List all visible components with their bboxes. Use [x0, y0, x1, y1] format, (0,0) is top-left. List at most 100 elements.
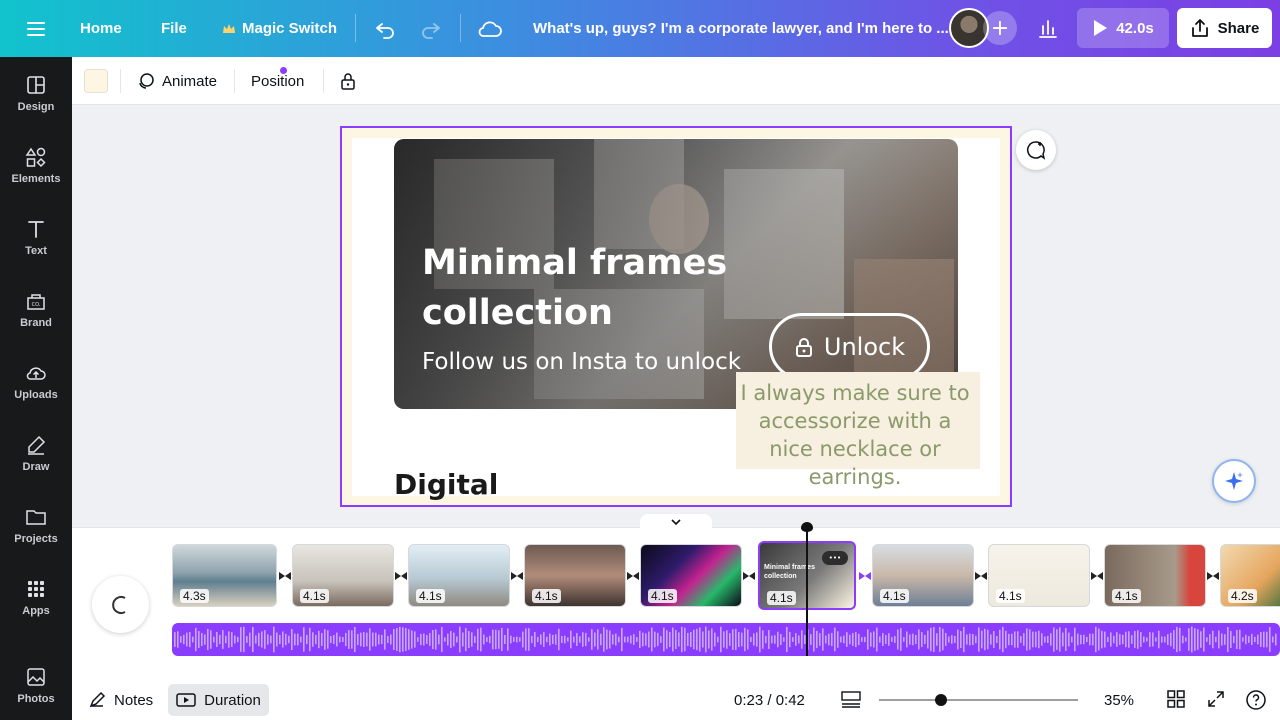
waveform-bar — [1125, 631, 1127, 648]
magic-switch-button[interactable]: Magic Switch — [222, 0, 337, 57]
waveform-bar — [519, 637, 521, 642]
sidebar-item-apps[interactable]: Apps — [0, 567, 72, 627]
magic-assistant-button[interactable] — [1212, 459, 1256, 503]
sidebar-item-elements[interactable]: Elements — [0, 135, 72, 195]
transition-icon[interactable] — [625, 569, 641, 583]
timeline-clip[interactable]: 4.3s — [172, 544, 277, 607]
grid-view-button[interactable] — [1166, 689, 1186, 713]
insights-button[interactable] — [1036, 0, 1060, 57]
zoom-slider-knob[interactable] — [935, 694, 947, 706]
layout-toggle-button[interactable] — [840, 689, 862, 713]
waveform-bar — [810, 634, 812, 645]
sidebar-item-photos[interactable]: Photos — [0, 655, 72, 715]
cloud-save-button[interactable] — [477, 0, 503, 57]
waveform-bar — [918, 629, 920, 650]
help-icon — [1246, 690, 1266, 710]
waveform-bar — [864, 636, 866, 643]
waveform-bar — [297, 633, 299, 646]
design-icon — [27, 75, 45, 94]
subline-text[interactable]: Follow us on Insta to unlock — [422, 349, 741, 375]
animate-button[interactable]: Animate — [136, 57, 287, 105]
clip-duration: 4.1s — [648, 589, 677, 603]
waveform-bar — [333, 635, 335, 644]
file-menu[interactable]: File — [161, 0, 187, 57]
playhead-line[interactable] — [806, 525, 808, 656]
zoom-slider-track[interactable] — [879, 699, 1078, 701]
timeline-clip[interactable]: 4.1s — [640, 544, 742, 607]
playhead-handle[interactable] — [801, 522, 813, 532]
transition-icon[interactable] — [1205, 569, 1221, 583]
sidebar-item-text[interactable]: Text — [0, 207, 72, 267]
timeline-clip[interactable]: 4.1s — [1104, 544, 1206, 607]
unlock-button[interactable]: Unlock — [769, 313, 930, 380]
share-button[interactable]: Share — [1177, 8, 1272, 48]
waveform-bar — [714, 632, 716, 647]
audio-track[interactable] — [172, 623, 1280, 656]
waveform-bar — [720, 626, 722, 653]
waveform-bar — [882, 633, 884, 646]
waveform-bar — [1200, 631, 1202, 648]
timeline-clip[interactable]: 4.2s — [1220, 544, 1280, 607]
add-comment-button[interactable] — [1016, 130, 1056, 170]
clip-more-button[interactable]: ••• — [822, 551, 848, 565]
timeline-clip[interactable]: 4.1s — [408, 544, 510, 607]
help-button[interactable] — [1245, 689, 1267, 715]
transition-icon[interactable] — [509, 569, 525, 583]
waveform-bar — [1173, 630, 1175, 649]
waveform-bar — [249, 632, 251, 647]
waveform-bar — [501, 627, 503, 652]
transition-icon[interactable] — [973, 569, 989, 583]
transition-icon[interactable] — [277, 569, 293, 583]
headline-text[interactable]: Minimal frames collection — [422, 238, 752, 338]
waveform-bar — [915, 634, 917, 645]
clip-duration: 4.1s — [300, 589, 329, 603]
lock-button[interactable] — [338, 57, 358, 105]
waveform-bar — [294, 633, 296, 646]
waveform-bar — [711, 628, 713, 651]
undo-button[interactable] — [373, 0, 397, 57]
sidebar-item-projects[interactable]: Projects — [0, 495, 72, 555]
waveform-bar — [675, 630, 677, 649]
waveform-bar — [450, 631, 452, 648]
sidebar-item-uploads[interactable]: Uploads — [0, 351, 72, 411]
sidebar-item-design[interactable]: Design — [0, 63, 72, 123]
zoom-level[interactable]: 35% — [1104, 684, 1134, 716]
waveform-bar — [468, 631, 470, 648]
transition-icon[interactable] — [857, 569, 873, 583]
waveform-bar — [414, 631, 416, 648]
waveform-bar — [624, 636, 626, 643]
background-color-swatch[interactable] — [84, 69, 108, 93]
redo-button[interactable] — [419, 0, 443, 57]
fullscreen-button[interactable] — [1206, 689, 1226, 713]
timeline-clip[interactable]: 4.1s — [988, 544, 1090, 607]
sidebar-item-brand[interactable]: CO. Brand — [0, 279, 72, 339]
caption-text[interactable]: I always make sure to accessorize with a… — [736, 372, 980, 489]
waveform-bar — [741, 632, 743, 647]
transition-icon[interactable] — [741, 569, 757, 583]
waveform-bar — [942, 628, 944, 651]
clip-duration: 4.1s — [767, 591, 796, 605]
timeline-clip[interactable]: 4.1s — [872, 544, 974, 607]
transition-icon[interactable] — [1089, 569, 1105, 583]
waveform-bar — [498, 630, 500, 649]
duration-button[interactable]: Duration — [168, 684, 269, 716]
document-title[interactable]: What's up, guys? I'm a corporate lawyer,… — [533, 0, 949, 57]
digital-heading[interactable]: Digital — [394, 468, 498, 501]
waveform-bar — [555, 634, 557, 645]
notes-button[interactable]: Notes — [88, 684, 153, 716]
timeline-clip[interactable]: 4.1s — [524, 544, 626, 607]
waveform-bar — [636, 637, 638, 642]
waveform-bar — [1260, 632, 1262, 647]
waveform-bar — [633, 634, 635, 645]
add-collaborator-button[interactable]: + — [983, 11, 1017, 45]
waveform-bar — [321, 633, 323, 646]
timeline-clip[interactable]: 4.1s — [292, 544, 394, 607]
transition-icon[interactable] — [393, 569, 409, 583]
play-preview-button[interactable]: 42.0s — [1077, 8, 1169, 48]
menu-button[interactable] — [24, 0, 48, 57]
position-button[interactable]: Position — [251, 57, 304, 105]
home-link[interactable]: Home — [80, 0, 122, 57]
collapse-timeline-button[interactable] — [640, 514, 712, 530]
svg-text:CO.: CO. — [32, 302, 41, 308]
sidebar-item-draw[interactable]: Draw — [0, 423, 72, 483]
